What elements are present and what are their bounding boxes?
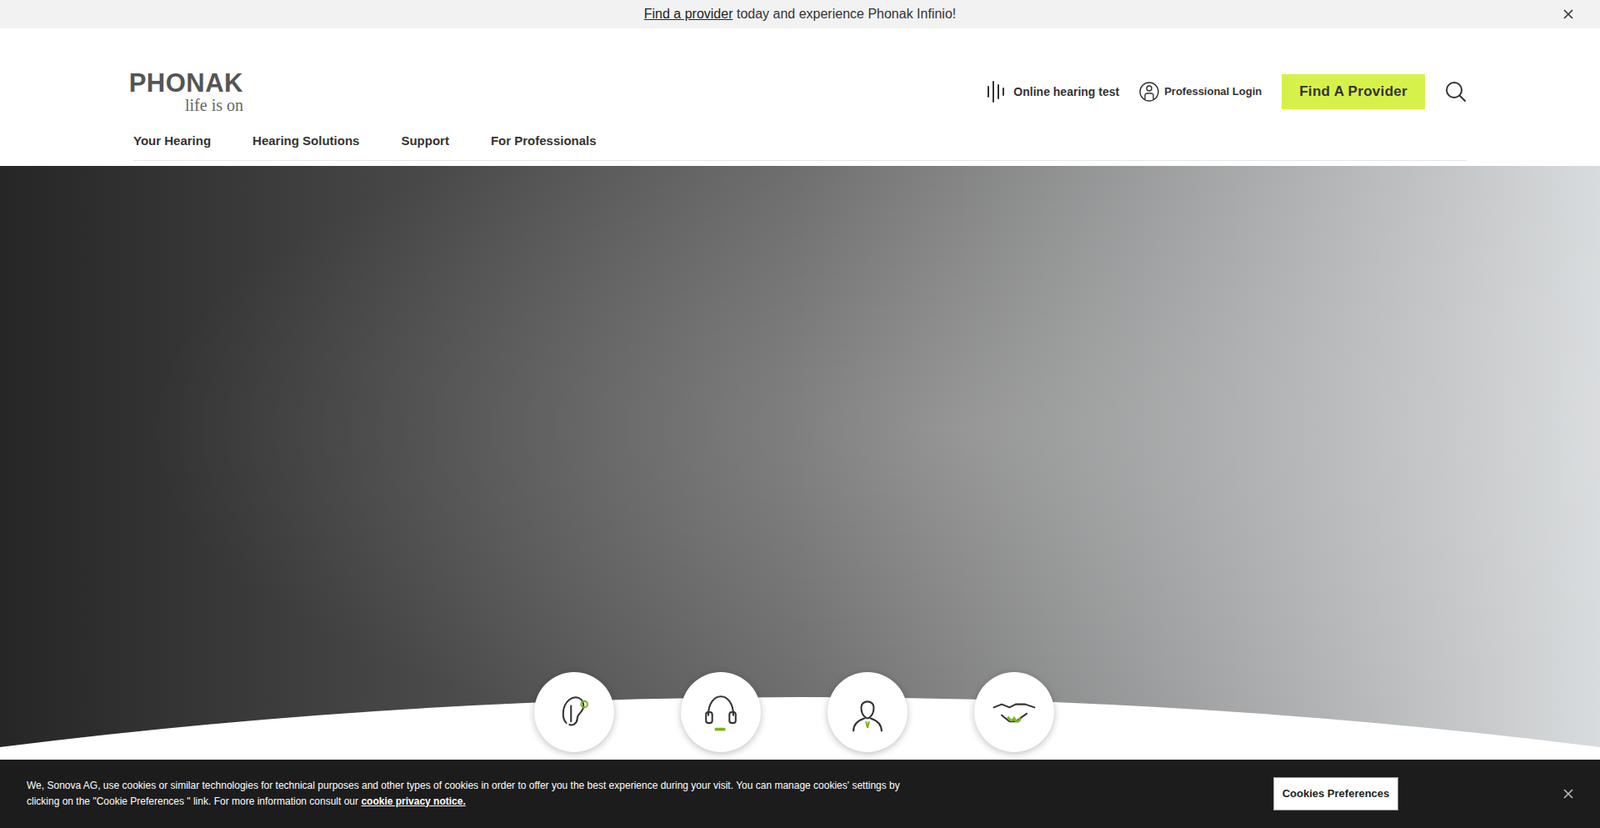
- headset-icon: [695, 686, 746, 737]
- logo[interactable]: PHONAKlife is on: [133, 70, 244, 114]
- main-nav: Your Hearing Hearing Solutions Support For …: [133, 131, 1467, 161]
- find-provider-button[interactable]: Find A Provider: [1281, 74, 1425, 110]
- nav-item[interactable]: Hearing Solutions: [252, 131, 360, 151]
- cookie-banner: We, Sonova AG, use cookies or similar te…: [0, 759, 1600, 828]
- logo-tagline: life is on: [185, 96, 244, 114]
- cookies-preferences-button[interactable]: Cookies Preferences: [1273, 776, 1400, 810]
- person-icon: [842, 686, 893, 737]
- close-announcement-icon[interactable]: [1561, 7, 1575, 21]
- announcement-link[interactable]: Find a provider: [644, 6, 734, 21]
- search-icon[interactable]: [1445, 80, 1467, 103]
- nav-item[interactable]: Support: [400, 131, 450, 151]
- logo-brand: PHONAK: [129, 70, 244, 96]
- utility-bar: Online hearing test Professional Login Fin…: [986, 74, 1467, 110]
- hero: [0, 165, 1600, 822]
- person-icon: [1139, 81, 1160, 102]
- feature-icon-button[interactable]: [680, 671, 761, 752]
- feature-icon-button[interactable]: [827, 671, 908, 752]
- feature-icon-button[interactable]: [534, 671, 615, 752]
- nav-item[interactable]: For Professionals: [490, 131, 597, 151]
- feature-icons-row: [0, 671, 1600, 752]
- nav-item[interactable]: Your Hearing: [133, 131, 211, 151]
- close-cookie-banner-icon[interactable]: [1561, 786, 1575, 800]
- cookie-privacy-link[interactable]: cookie privacy notice.: [360, 795, 465, 807]
- professional-login-link[interactable]: Professional Login: [1139, 81, 1262, 102]
- site-header: PHONAKlife is on Online hearing test Profe…: [0, 28, 1600, 161]
- feature-icon-button[interactable]: [974, 671, 1055, 752]
- handshake-icon: [989, 686, 1040, 737]
- waveform-icon: [986, 79, 1007, 105]
- page: Find a provider today and experience Pho…: [0, 0, 1600, 828]
- cookie-text: We, Sonova AG, use cookies or similar te…: [26, 777, 910, 810]
- header-top-row: PHONAKlife is on Online hearing test Profe…: [133, 70, 1467, 114]
- online-hearing-test-link[interactable]: Online hearing test: [986, 79, 1120, 105]
- announcement-bar: Find a provider today and experience Pho…: [0, 0, 1600, 29]
- ear-icon: [549, 686, 600, 737]
- announcement-text: Find a provider today and experience Pho…: [644, 4, 956, 25]
